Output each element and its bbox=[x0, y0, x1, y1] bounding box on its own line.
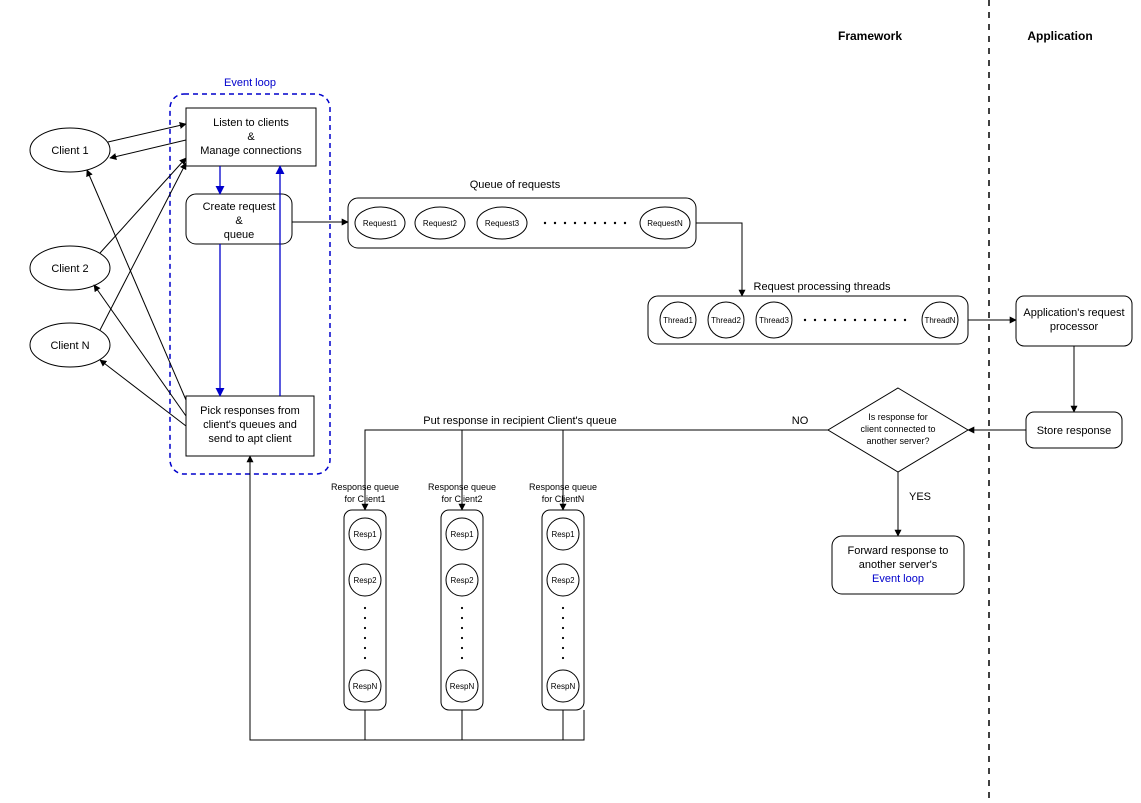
queue-item-1: Request1 bbox=[355, 207, 405, 239]
create-request-box: Create request & queue bbox=[186, 194, 292, 244]
client-1: Client 1 bbox=[30, 128, 110, 172]
rq1-item-2: Resp2 bbox=[349, 564, 381, 596]
rq2-item-n: RespN bbox=[446, 670, 478, 702]
queue-title: Queue of requests bbox=[470, 179, 561, 191]
arrow-listen-to-c1 bbox=[110, 140, 186, 158]
svg-text:Resp1: Resp1 bbox=[353, 530, 377, 539]
forward-box: Forward response to another server's Eve… bbox=[832, 536, 964, 594]
thread-n: ThreadN bbox=[922, 302, 958, 338]
arrow-cn-to-listen bbox=[100, 163, 186, 330]
arrow-queues-to-pick bbox=[250, 456, 584, 740]
svg-text:&: & bbox=[247, 131, 255, 143]
arrow-pick-to-c1 bbox=[87, 170, 186, 400]
rq1-title-l1: Response queue bbox=[331, 482, 399, 492]
svg-text:queue: queue bbox=[224, 229, 255, 241]
svg-text:Event loop: Event loop bbox=[872, 573, 924, 585]
client-2: Client 2 bbox=[30, 246, 110, 290]
rq2-item-2: Resp2 bbox=[446, 564, 478, 596]
svg-text:RespN: RespN bbox=[353, 682, 378, 691]
rq1-item-n: RespN bbox=[349, 670, 381, 702]
rqn-item-2: Resp2 bbox=[547, 564, 579, 596]
rq1-title-l2: for Client1 bbox=[344, 494, 385, 504]
svg-text:RequestN: RequestN bbox=[647, 219, 683, 228]
svg-text:Pick responses from: Pick responses from bbox=[200, 405, 300, 417]
svg-text:another server's: another server's bbox=[859, 559, 938, 571]
svg-text:Thread3: Thread3 bbox=[759, 316, 789, 325]
svg-text:ThreadN: ThreadN bbox=[924, 316, 955, 325]
arrow-queue-to-threads bbox=[696, 223, 742, 296]
svg-text:Resp2: Resp2 bbox=[450, 576, 474, 585]
thread-3: Thread3 bbox=[756, 302, 792, 338]
rq2-title-l2: for Client2 bbox=[441, 494, 482, 504]
svg-text:Thread2: Thread2 bbox=[711, 316, 741, 325]
svg-text:Request3: Request3 bbox=[485, 219, 520, 228]
client-n: Client N bbox=[30, 323, 110, 367]
rqn-title-l2: for ClientN bbox=[542, 494, 585, 504]
svg-text:&: & bbox=[235, 215, 243, 227]
no-label: NO bbox=[792, 415, 809, 427]
svg-text:Request2: Request2 bbox=[423, 219, 458, 228]
decision-diamond: Is response for client connected to anot… bbox=[828, 388, 968, 472]
queue-item-n: RequestN bbox=[640, 207, 690, 239]
svg-text:Forward response to: Forward response to bbox=[848, 545, 949, 557]
svg-text:Store response: Store response bbox=[1037, 425, 1112, 437]
svg-text:Request1: Request1 bbox=[363, 219, 398, 228]
yes-label: YES bbox=[909, 491, 931, 503]
svg-text:Resp1: Resp1 bbox=[450, 530, 474, 539]
application-label: Application bbox=[1027, 29, 1092, 43]
threads-title: Request processing threads bbox=[754, 281, 891, 293]
listen-box: Listen to clients & Manage connections bbox=[186, 108, 316, 166]
rq1-item-1: Resp1 bbox=[349, 518, 381, 550]
arrow-c1-to-listen bbox=[108, 124, 186, 142]
arrow-no-to-q1 bbox=[365, 430, 828, 510]
rq2-title-l1: Response queue bbox=[428, 482, 496, 492]
svg-text:send to apt client: send to apt client bbox=[208, 433, 291, 445]
svg-text:another server?: another server? bbox=[866, 436, 929, 446]
rqn-item-1: Resp1 bbox=[547, 518, 579, 550]
queue-item-2: Request2 bbox=[415, 207, 465, 239]
svg-text:Thread1: Thread1 bbox=[663, 316, 693, 325]
svg-text:Client N: Client N bbox=[50, 340, 89, 352]
app-processor-box: Application's request processor bbox=[1016, 296, 1132, 346]
rq2-item-1: Resp1 bbox=[446, 518, 478, 550]
svg-text:Is response for: Is response for bbox=[868, 412, 928, 422]
thread-2: Thread2 bbox=[708, 302, 744, 338]
arrow-c2-to-listen bbox=[100, 158, 186, 253]
svg-text:Resp2: Resp2 bbox=[353, 576, 377, 585]
svg-text:RespN: RespN bbox=[551, 682, 576, 691]
svg-text:client's queues and: client's queues and bbox=[203, 419, 297, 431]
thread-1: Thread1 bbox=[660, 302, 696, 338]
framework-label: Framework bbox=[838, 29, 902, 43]
store-response-box: Store response bbox=[1026, 412, 1122, 448]
put-response-label: Put response in recipient Client's queue bbox=[423, 415, 617, 427]
svg-text:Create request: Create request bbox=[203, 201, 276, 213]
svg-text:Resp1: Resp1 bbox=[551, 530, 575, 539]
rqn-item-n: RespN bbox=[547, 670, 579, 702]
svg-text:client connected to: client connected to bbox=[860, 424, 935, 434]
svg-text:Client 1: Client 1 bbox=[51, 145, 88, 157]
pick-responses-box: Pick responses from client's queues and … bbox=[186, 396, 314, 456]
svg-text:Client 2: Client 2 bbox=[51, 263, 88, 275]
rqn-title-l1: Response queue bbox=[529, 482, 597, 492]
svg-text:processor: processor bbox=[1050, 321, 1099, 333]
svg-text:Listen to clients: Listen to clients bbox=[213, 117, 289, 129]
queue-item-3: Request3 bbox=[477, 207, 527, 239]
svg-text:Manage connections: Manage connections bbox=[200, 145, 302, 157]
svg-text:Application's request: Application's request bbox=[1023, 307, 1124, 319]
svg-text:Resp2: Resp2 bbox=[551, 576, 575, 585]
svg-text:RespN: RespN bbox=[450, 682, 475, 691]
event-loop-title: Event loop bbox=[224, 77, 276, 89]
